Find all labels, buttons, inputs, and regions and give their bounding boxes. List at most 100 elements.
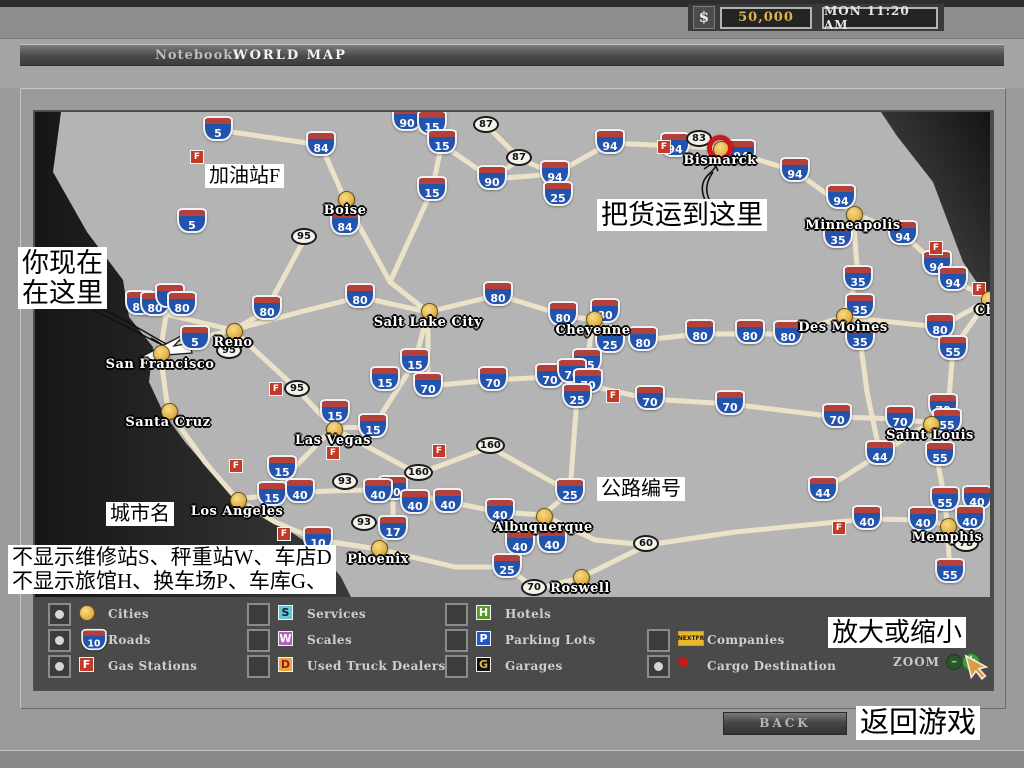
legend-icon-companies-logo: NEXTFR [678, 631, 704, 646]
interstate-shield: 40 [908, 506, 938, 531]
dollar-icon: $ [693, 6, 715, 29]
interstate-shield: 15 [400, 348, 430, 373]
checkbox-check-dot [55, 662, 64, 671]
status-bar: $ 50,000 MON 11:20 AM [688, 4, 944, 31]
legend-label-roads: Roads [108, 633, 151, 647]
legend-checkbox-cities[interactable] [48, 603, 71, 626]
us-route-shield: 95 [291, 228, 317, 245]
shield-number: 80 [174, 302, 189, 315]
shield-red-band [737, 321, 763, 327]
legend-icon-hotels-h: H [476, 605, 491, 620]
annotation-city-name: 城市名 [106, 502, 174, 526]
shield-number: 44 [815, 487, 830, 500]
zoom-out-button[interactable]: – [946, 654, 962, 670]
gas-station-icon: F [606, 389, 620, 403]
interstate-shield: 94 [938, 266, 968, 291]
city-label-phoenix: Phoenix [347, 552, 409, 567]
shield-red-band [429, 131, 455, 137]
legend-checkbox-garages[interactable] [445, 655, 468, 678]
annotation-hidden-icons: 不显示维修站S、秤重站W、车店D 不显示旅馆H、换车场P、车库G、 [8, 545, 336, 594]
notebook-title-bar: Notebook: WORLD MAP [20, 44, 1004, 66]
shield-number: 15 [407, 359, 422, 372]
interstate-shield: 44 [865, 440, 895, 465]
shield-red-band [559, 360, 585, 366]
shield-red-band [542, 162, 568, 168]
legend-checkbox-hotels[interactable] [445, 603, 468, 626]
shield-number: 15 [424, 187, 439, 200]
shield-number: 80 [635, 337, 650, 350]
annotation-zoom-note: 放大或缩小 [828, 617, 966, 648]
legend-checkbox-gas-stations[interactable] [48, 655, 71, 678]
legend-checkbox-companies[interactable] [647, 629, 670, 652]
interstate-shield: 80 [167, 291, 197, 316]
legend-checkbox-used-truck-dealers[interactable] [247, 655, 270, 678]
shield-red-band [305, 528, 331, 534]
shield-red-band [630, 328, 656, 334]
shield-red-band [435, 490, 461, 496]
money-display: 50,000 [720, 7, 812, 29]
legend-label-companies: Companies [707, 633, 785, 647]
legend-label-hotels: Hotels [505, 607, 551, 621]
shield-number: 35 [850, 276, 865, 289]
interstate-shield: 40 [955, 505, 985, 530]
shield-red-band [494, 555, 520, 561]
legend-icon-dealers-d: D [278, 657, 293, 672]
interstate-shield: 15 [427, 129, 457, 154]
shield-red-band [269, 457, 295, 463]
interstate-shield: 15 [267, 455, 297, 480]
legend-road-shield: 10 [81, 629, 107, 650]
shield-red-band [957, 507, 983, 513]
shield-red-band [419, 178, 445, 184]
notebook-label: Notebook: [155, 48, 239, 63]
shield-number: 90 [399, 117, 414, 130]
shield-red-band [365, 480, 391, 486]
legend-checkbox-scales[interactable] [247, 629, 270, 652]
bottom-strip [0, 750, 1024, 768]
legend-icon-road-shield: 10 [79, 627, 109, 652]
shield-red-band [487, 500, 513, 506]
shield-red-band [575, 370, 601, 376]
interstate-shield: 55 [938, 335, 968, 360]
legend-icon-parking-p: P [476, 631, 491, 646]
interstate-shield: 5 [177, 208, 207, 233]
interstate-shield: 35 [843, 265, 873, 290]
shield-number: 40 [292, 489, 307, 502]
legend-checkbox-services[interactable] [247, 603, 270, 626]
shield-red-band [557, 480, 583, 486]
shield-number: 15 [377, 377, 392, 390]
city-label-roswell: Roswell [550, 581, 610, 596]
shield-red-band [934, 410, 960, 416]
interstate-shield: 70 [635, 385, 665, 410]
legend-checkbox-cargo-destination[interactable] [647, 655, 670, 678]
shield-red-band [574, 350, 600, 356]
legend-icon-services-s: S [278, 605, 293, 620]
annotation-highway-number: 公路编号 [597, 477, 685, 501]
shield-number: 5 [191, 336, 199, 349]
city-label-salt-lake-city: Salt Lake City [374, 315, 483, 330]
shield-number: 94 [945, 277, 960, 290]
us-route-shield: 95 [284, 380, 310, 397]
legend-checkbox-parking-lots[interactable] [445, 629, 468, 652]
world-map-viewport[interactable]: 5849015158787901584955949483949494942535… [35, 112, 990, 597]
shield-number: 90 [484, 176, 499, 189]
shield-number: 70 [829, 414, 844, 427]
shield-number: 70 [722, 401, 737, 414]
shield-number: 10 [87, 638, 100, 649]
shield-number: 25 [602, 339, 617, 352]
legend-checkbox-roads[interactable] [48, 629, 71, 652]
us-route-shield: 160 [404, 464, 433, 481]
shield-red-band [347, 285, 373, 291]
interstate-shield: 40 [363, 478, 393, 503]
interstate-shield: 40 [400, 489, 430, 514]
interstate-shield: 70 [822, 403, 852, 428]
legend-label-garages: Garages [505, 659, 563, 673]
back-button[interactable]: BACK [723, 712, 847, 735]
city-label-minneapolis: Minneapolis [805, 218, 900, 233]
shield-red-band [847, 295, 873, 301]
shield-number: 80 [259, 306, 274, 319]
shield-number: 17 [385, 526, 400, 539]
shield-number: 40 [859, 516, 874, 529]
us-route-shield: 60 [633, 535, 659, 552]
interstate-shield: 5 [180, 325, 210, 350]
zoom-in-button[interactable]: + [962, 653, 980, 671]
